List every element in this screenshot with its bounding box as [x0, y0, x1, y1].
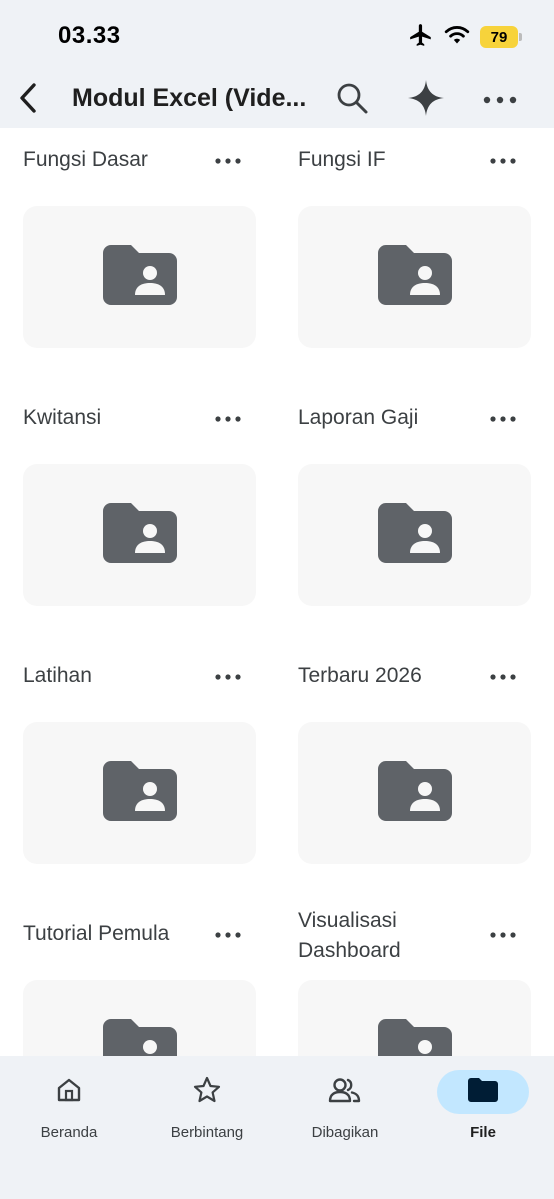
shared-folder-icon	[102, 1018, 177, 1056]
folder-card[interactable]: Kwitansi	[23, 386, 256, 606]
folder-thumbnail[interactable]	[23, 722, 256, 864]
folder-card[interactable]: Fungsi Dasar	[23, 128, 256, 348]
bottom-navigation: Beranda Berbintang Dibagikan File	[0, 1056, 554, 1199]
folder-more-button[interactable]	[208, 662, 248, 690]
folder-more-button[interactable]	[208, 920, 248, 948]
folder-thumbnail[interactable]	[298, 206, 531, 348]
more-horizontal-icon	[215, 925, 241, 943]
airplane-mode-icon	[408, 22, 434, 53]
more-horizontal-icon	[490, 151, 516, 169]
folder-card[interactable]: Visualisasi Dashboard	[298, 902, 531, 1056]
folder-thumbnail[interactable]	[23, 206, 256, 348]
search-button[interactable]	[328, 76, 376, 124]
more-horizontal-icon	[490, 925, 516, 943]
nav-item-berbintang[interactable]: Berbintang	[138, 1070, 276, 1160]
shared-folder-icon	[377, 760, 452, 826]
status-bar: 03.33 79	[0, 0, 554, 72]
nav-indicator	[161, 1070, 253, 1114]
folder-card[interactable]: Terbaru 2026	[298, 644, 531, 864]
nav-item-dibagikan[interactable]: Dibagikan	[276, 1070, 414, 1160]
folder-card-header: Laporan Gaji	[298, 386, 531, 450]
folder-grid: Fungsi Dasar Fungsi IF Kwitansi Laporan …	[0, 128, 554, 1056]
folder-name: Latihan	[23, 664, 92, 687]
folder-name: Kwitansi	[23, 406, 102, 429]
folder-card[interactable]: Latihan	[23, 644, 256, 864]
back-arrow-icon	[17, 82, 39, 119]
folder-card-header: Fungsi Dasar	[23, 128, 256, 192]
nav-item-file[interactable]: File	[414, 1070, 552, 1160]
star-icon	[192, 1075, 222, 1110]
battery-indicator: 79	[480, 26, 522, 48]
folder-card-header: Visualisasi Dashboard	[298, 902, 531, 966]
shared-folder-icon	[102, 760, 177, 826]
folder-card-header: Fungsi IF	[298, 128, 531, 192]
folder-more-button[interactable]	[208, 146, 248, 174]
folder-thumbnail[interactable]	[298, 722, 531, 864]
shared-folder-icon	[377, 1018, 452, 1056]
more-horizontal-icon	[215, 667, 241, 685]
home-icon	[55, 1076, 83, 1109]
folder-card[interactable]: Laporan Gaji	[298, 386, 531, 606]
folder-name: Visualisasi Dashboard	[298, 909, 401, 962]
more-horizontal-icon	[490, 409, 516, 427]
sparkle-icon	[407, 79, 445, 122]
status-icons: 79	[408, 22, 522, 53]
folder-name: Laporan Gaji	[298, 406, 419, 429]
back-button[interactable]	[8, 76, 48, 124]
folder-more-button[interactable]	[483, 146, 523, 174]
folder-thumbnail[interactable]	[23, 464, 256, 606]
folder-name: Fungsi IF	[298, 148, 386, 171]
more-horizontal-icon	[215, 151, 241, 169]
folder-card-header: Tutorial Pemula	[23, 902, 256, 966]
folder-more-button[interactable]	[483, 404, 523, 432]
folder-more-button[interactable]	[483, 662, 523, 690]
page-title: Modul Excel (Vide...	[72, 84, 307, 112]
folder-thumbnail[interactable]	[298, 464, 531, 606]
nav-indicator	[299, 1070, 391, 1114]
battery-level: 79	[490, 28, 508, 46]
shared-people-icon	[328, 1076, 362, 1109]
folder-icon	[468, 1077, 498, 1107]
folder-more-button[interactable]	[208, 404, 248, 432]
more-options-button[interactable]	[476, 76, 524, 124]
folder-card-header: Latihan	[23, 644, 256, 708]
more-horizontal-icon	[490, 667, 516, 685]
nav-item-beranda[interactable]: Beranda	[0, 1070, 138, 1160]
nav-active-indicator	[437, 1070, 529, 1114]
folder-card[interactable]: Fungsi IF	[298, 128, 531, 348]
search-icon	[335, 81, 369, 120]
shared-folder-icon	[377, 502, 452, 568]
nav-label: Berbintang	[170, 1124, 244, 1141]
folder-more-button[interactable]	[483, 920, 523, 948]
nav-label: File	[470, 1124, 496, 1141]
shared-folder-icon	[377, 244, 452, 310]
gemini-button[interactable]	[402, 76, 450, 124]
folder-thumbnail[interactable]	[23, 980, 256, 1056]
drive-folder-screen: 03.33 79 Modul Excel (Vide... Fungsi Das…	[0, 0, 554, 1199]
folder-name: Tutorial Pemula	[23, 922, 170, 945]
top-app-bar: Modul Excel (Vide...	[0, 72, 554, 128]
more-horizontal-icon	[215, 409, 241, 427]
wifi-icon	[444, 24, 470, 51]
shared-folder-icon	[102, 244, 177, 310]
shared-folder-icon	[102, 502, 177, 568]
nav-indicator	[23, 1070, 115, 1114]
folder-thumbnail[interactable]	[298, 980, 531, 1056]
folder-name: Fungsi Dasar	[23, 148, 148, 171]
folder-card-header: Kwitansi	[23, 386, 256, 450]
folder-card-header: Terbaru 2026	[298, 644, 531, 708]
nav-label: Dibagikan	[311, 1124, 379, 1141]
more-horizontal-icon	[483, 91, 517, 109]
status-time: 03.33	[58, 22, 121, 49]
folder-card[interactable]: Tutorial Pemula	[23, 902, 256, 1056]
nav-label: Beranda	[40, 1124, 98, 1141]
folder-name: Terbaru 2026	[298, 664, 422, 687]
